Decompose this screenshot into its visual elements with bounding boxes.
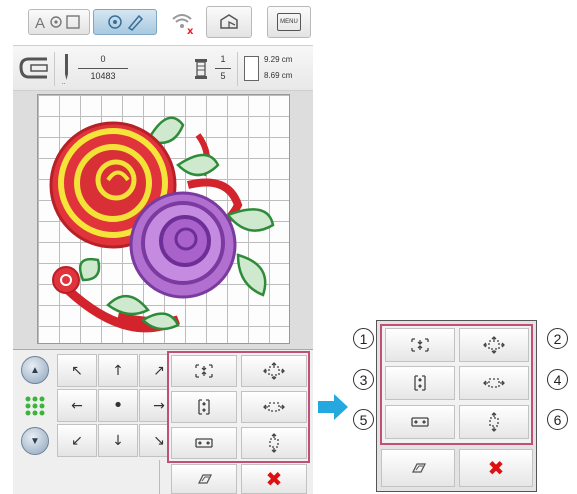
- callout-enlarge-vertical-button[interactable]: [459, 405, 529, 439]
- embroidery-edit-icon: [108, 14, 144, 31]
- resize-horizontal-enlarge-button[interactable]: [241, 391, 307, 423]
- enlarge-proportional-icon: [263, 362, 285, 380]
- shrink-vertical-icon: [414, 375, 426, 391]
- callout-number-1: 1: [353, 328, 374, 349]
- canvas-grid: [37, 94, 290, 344]
- callout-number-4: 4: [547, 369, 568, 390]
- move-down-left-button[interactable]: ↙: [57, 424, 97, 457]
- layout-icon: [220, 14, 238, 29]
- pattern-height: 8.69 cm: [264, 71, 293, 80]
- callout-size-panel: ✖: [376, 320, 537, 492]
- enlarge-horizontal-icon: [483, 378, 505, 388]
- svg-text:A: A: [35, 15, 45, 31]
- top-toolbar: A x MENU: [13, 0, 313, 45]
- reset-icon: [197, 474, 213, 484]
- shrink-proportional-icon: [195, 364, 213, 378]
- enlarge-vertical-icon: [489, 412, 499, 432]
- color-current: 1: [220, 54, 226, 64]
- resize-vertical-enlarge-button[interactable]: [241, 427, 307, 459]
- shrink-proportional-icon: [411, 338, 429, 352]
- thread-spool-icon: [193, 57, 209, 81]
- callout-cancel-button[interactable]: ✖: [459, 449, 533, 487]
- scroll-up-button[interactable]: ▲: [21, 356, 49, 384]
- shrink-horizontal-icon: [411, 417, 429, 427]
- menu-button[interactable]: MENU: [267, 6, 311, 38]
- resize-proportional-enlarge-button[interactable]: [241, 355, 307, 387]
- move-down-button[interactable]: ↓: [98, 424, 138, 457]
- callout-number-6: 6: [547, 409, 568, 430]
- blue-arrow-icon: [316, 392, 350, 422]
- callout-shrink-horizontal-button[interactable]: [385, 405, 455, 439]
- callout-number-2: 2: [547, 328, 568, 349]
- move-up-button[interactable]: ↑: [98, 354, 138, 387]
- stitch-current: 0: [100, 54, 106, 64]
- edit-control-panel: ▲ ▼ ↖ ↑ ↗ ← • → ↙ ↓ ↘ ✖: [13, 349, 313, 494]
- move-left-button[interactable]: ←: [57, 389, 97, 422]
- pattern-width: 9.29 cm: [264, 55, 293, 64]
- reset-size-button[interactable]: [171, 464, 237, 494]
- presser-foot-icon: [17, 55, 51, 83]
- cancel-button[interactable]: ✖: [241, 464, 307, 494]
- move-center-button[interactable]: •: [98, 389, 138, 422]
- resize-proportional-shrink-button[interactable]: [171, 355, 237, 387]
- callout-enlarge-horizontal-button[interactable]: [459, 366, 529, 400]
- text-mode-button[interactable]: A: [28, 9, 90, 35]
- svg-text:..: ..: [62, 80, 66, 84]
- wifi-disconnected-icon: x: [170, 9, 196, 37]
- close-icon: ✖: [487, 456, 505, 480]
- enlarge-vertical-icon: [269, 433, 279, 453]
- rose-embroidery-pattern: [49, 116, 275, 333]
- reset-icon: [411, 463, 427, 473]
- resize-vertical-shrink-button[interactable]: [171, 391, 237, 423]
- needle-icon: ..: [62, 52, 72, 86]
- callout-shrink-vertical-button[interactable]: [385, 366, 455, 400]
- text-mode-icon: A: [35, 15, 80, 31]
- callout-shrink-proportional-button[interactable]: [385, 328, 455, 362]
- color-total: 5: [220, 71, 226, 81]
- embroidery-edit-button[interactable]: [93, 9, 157, 35]
- enlarge-horizontal-icon: [263, 402, 285, 412]
- hoop-size-icon: [244, 56, 259, 81]
- callout-number-5: 5: [353, 409, 374, 430]
- embroidery-canvas[interactable]: [13, 91, 313, 349]
- scroll-down-button[interactable]: ▼: [21, 427, 49, 455]
- menu-label: MENU: [280, 19, 298, 25]
- stitch-total: 10483: [90, 71, 116, 81]
- pattern-grid-icon: [24, 395, 46, 417]
- callout-reset-button[interactable]: [381, 449, 455, 487]
- info-bar: .. 0 10483 1 5 9.29 cm 8.69 cm: [13, 45, 313, 91]
- shrink-vertical-icon: [198, 399, 210, 415]
- shrink-horizontal-icon: [195, 438, 213, 448]
- callout-enlarge-proportional-button[interactable]: [459, 328, 529, 362]
- close-icon: ✖: [265, 467, 283, 491]
- move-up-left-button[interactable]: ↖: [57, 354, 97, 387]
- layout-button[interactable]: [206, 6, 252, 38]
- resize-horizontal-shrink-button[interactable]: [171, 427, 237, 459]
- callout-number-3: 3: [353, 369, 374, 390]
- enlarge-proportional-icon: [483, 336, 505, 354]
- svg-text:x: x: [187, 26, 194, 35]
